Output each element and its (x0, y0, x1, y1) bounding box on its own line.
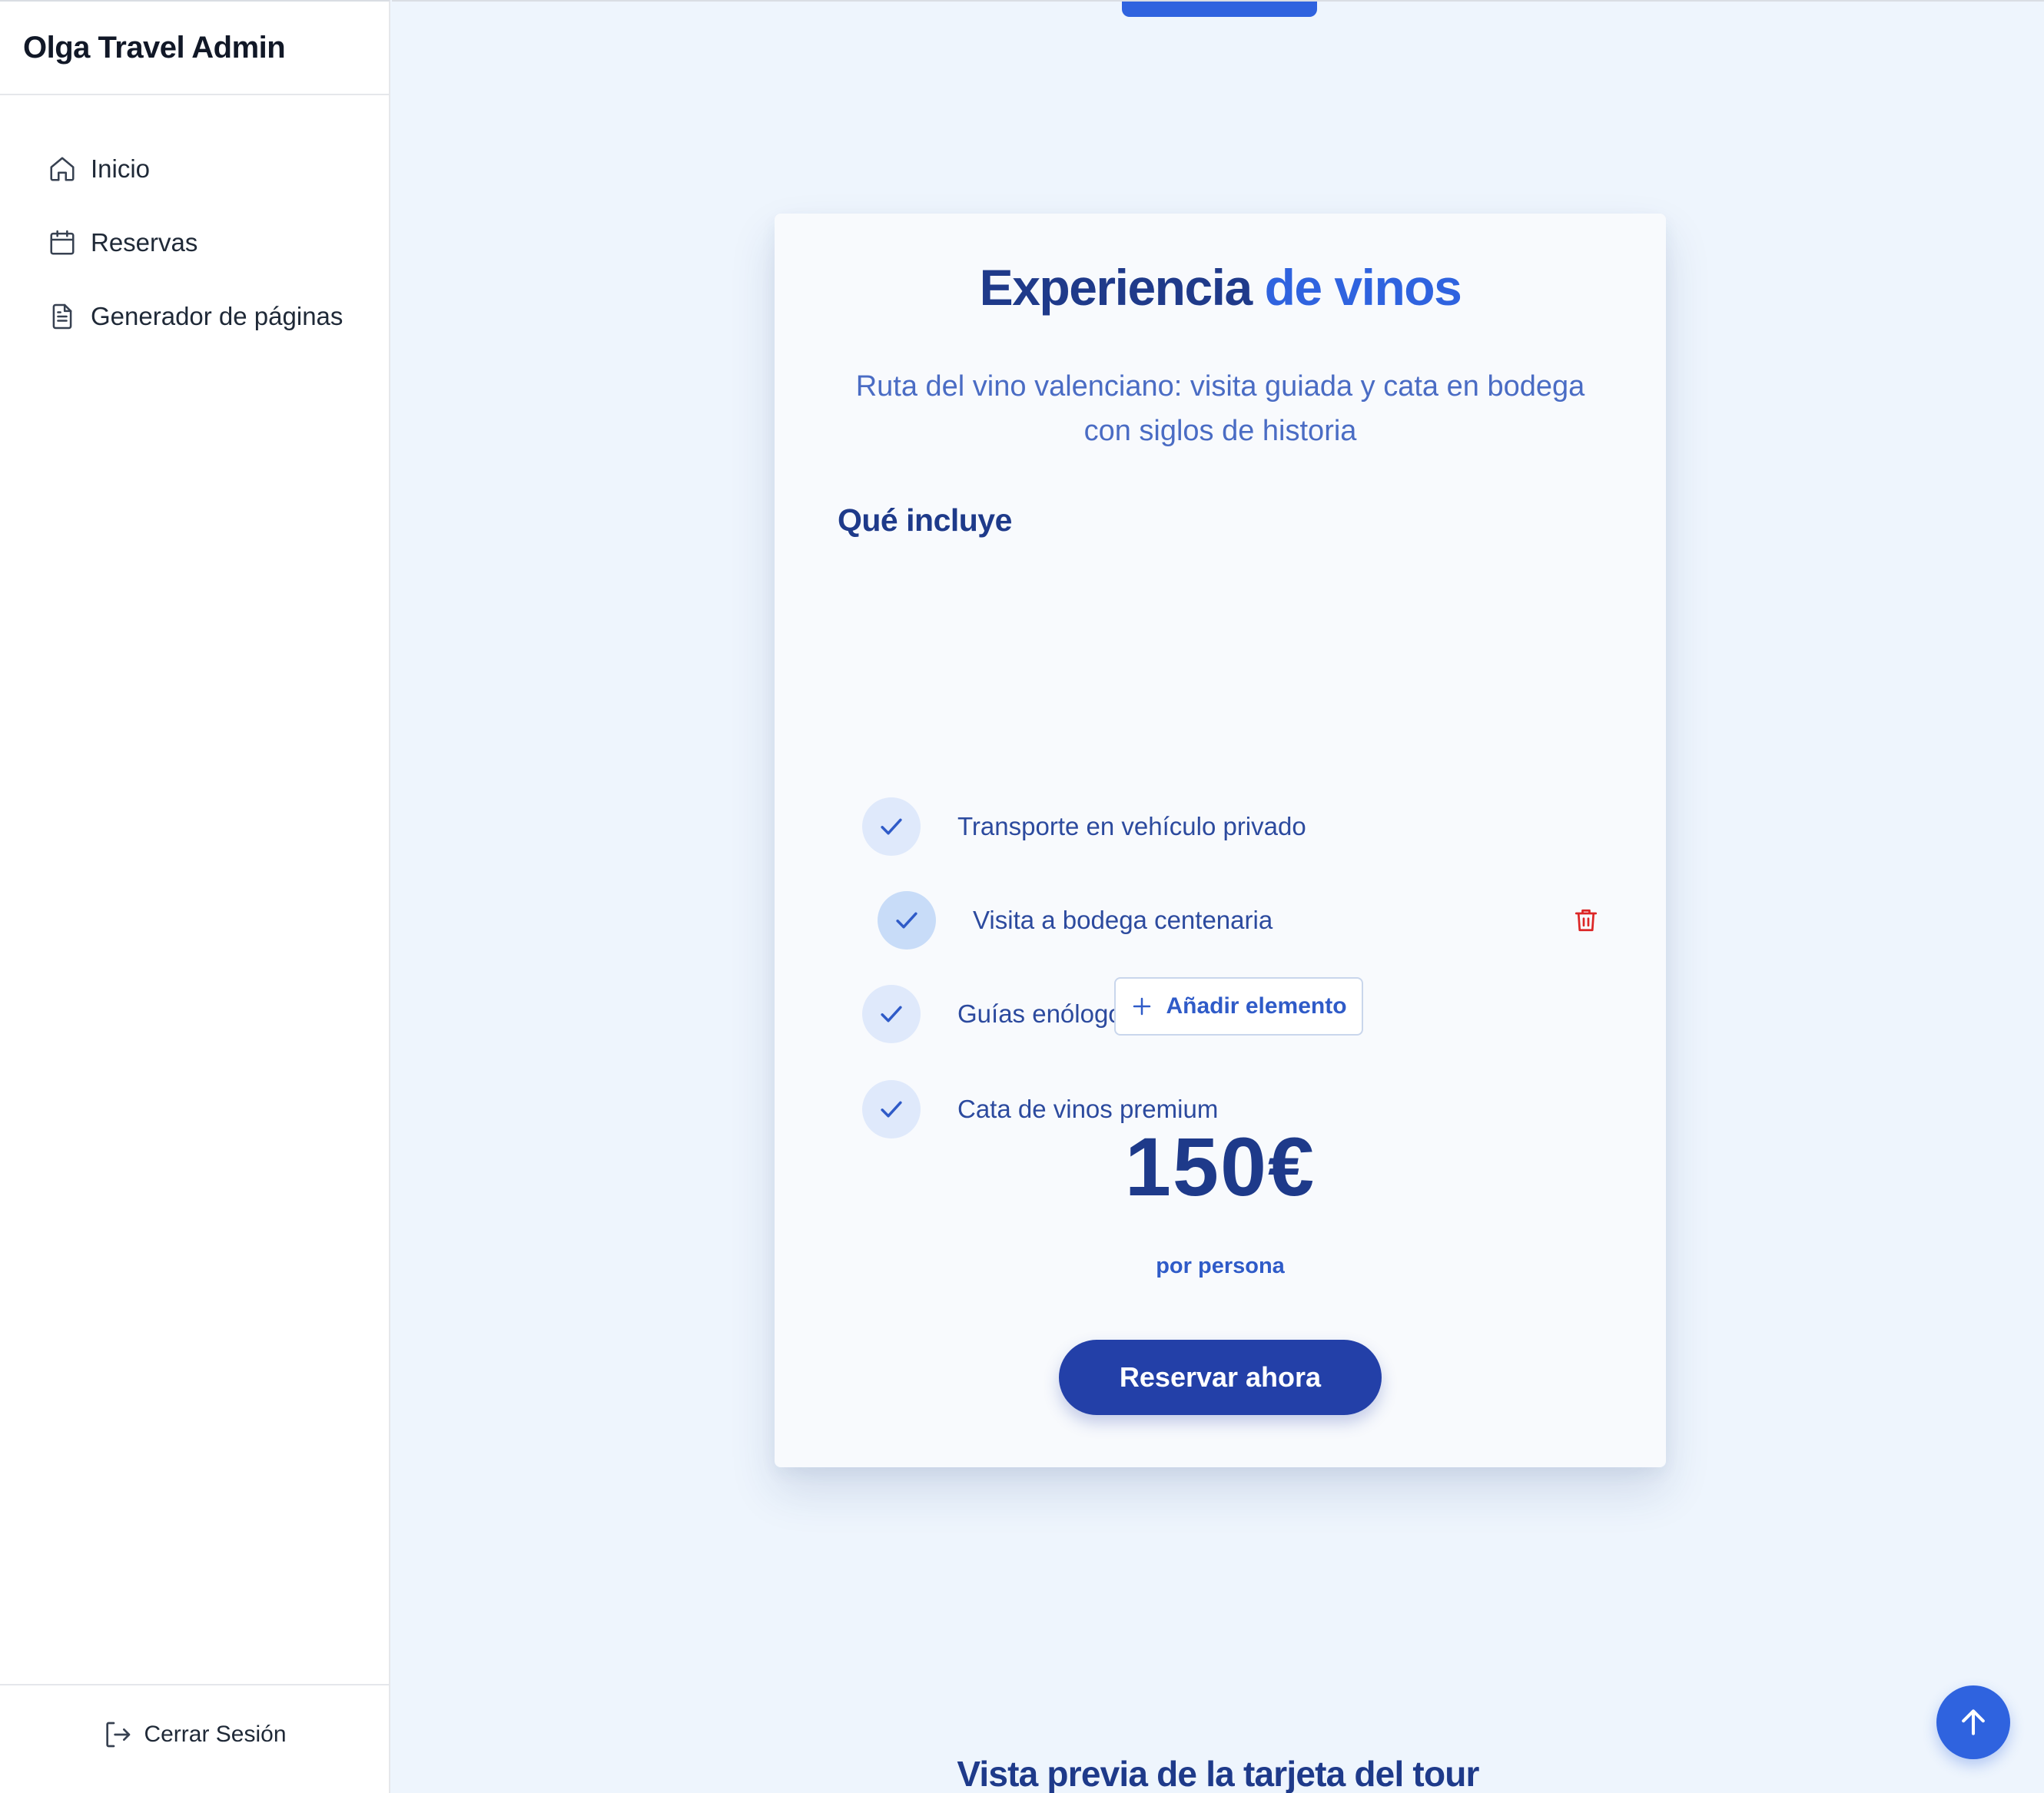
home-icon (50, 157, 75, 181)
card-title: Experiencia de vinos (775, 258, 1666, 317)
preview-heading: Vista previa de la tarjeta del tour (438, 1753, 2044, 1793)
main-content: Experiencia de vinos Ruta del vino valen… (392, 0, 2044, 1793)
sidebar-item-reservas[interactable]: Reservas (0, 206, 389, 280)
include-item[interactable]: Transporte en vehículo privado (862, 797, 1631, 856)
include-item-selected[interactable]: Visita a bodega centenaria (878, 891, 1631, 950)
include-item-text: Visita a bodega centenaria (973, 906, 1273, 934)
sidebar-item-label: Reservas (91, 228, 198, 257)
price-value: 150€ (1124, 1120, 1316, 1213)
logout-icon (106, 1722, 131, 1748)
plus-icon (1133, 997, 1151, 1016)
sidebar-item-inicio[interactable]: Inicio (0, 132, 389, 206)
sidebar-footer: Cerrar Sesión (0, 1684, 389, 1793)
card-title-part2: de vinos (1264, 259, 1462, 316)
calendar-icon (50, 230, 75, 255)
book-now-button[interactable]: Reservar ahora (1059, 1340, 1382, 1415)
sidebar-item-generador[interactable]: Generador de páginas (0, 280, 389, 353)
sidebar: Olga Travel Admin Inicio Reservas Genera… (0, 0, 390, 1793)
logout-label: Cerrar Sesión (144, 1722, 287, 1747)
include-item-text: Transporte en vehículo privado (957, 812, 1306, 840)
document-icon (52, 303, 72, 330)
top-button-edge[interactable] (1122, 2, 1317, 17)
check-icon (862, 985, 921, 1043)
card-subtitle: Ruta del vino valenciano: visita guiada … (855, 370, 1585, 447)
scroll-to-top-button[interactable] (1936, 1685, 2010, 1759)
add-item-label: Añadir elemento (1166, 993, 1347, 1019)
add-item-button[interactable]: Añadir elemento (1114, 977, 1363, 1036)
sidebar-nav: Inicio Reservas Generador de páginas (0, 95, 389, 353)
includes-heading: Qué incluye (838, 502, 1012, 538)
check-icon (878, 891, 936, 950)
arrow-up-icon (1962, 1709, 1985, 1735)
book-now-label: Reservar ahora (1119, 1361, 1322, 1393)
trash-icon[interactable] (1572, 905, 1600, 936)
preview-heading-text: Vista previa de la tarjeta del tour (957, 1754, 1479, 1793)
price-note: por persona (1156, 1254, 1285, 1278)
sidebar-item-label: Generador de páginas (91, 302, 343, 330)
check-icon (862, 797, 921, 856)
card-title-part1: Experiencia (979, 259, 1253, 316)
logout-button[interactable]: Cerrar Sesión (102, 1719, 287, 1750)
app-title: Olga Travel Admin (23, 31, 286, 65)
tour-card: Experiencia de vinos Ruta del vino valen… (775, 214, 1666, 1467)
sidebar-item-label: Inicio (91, 154, 151, 183)
brand-header: Olga Travel Admin (0, 2, 389, 95)
